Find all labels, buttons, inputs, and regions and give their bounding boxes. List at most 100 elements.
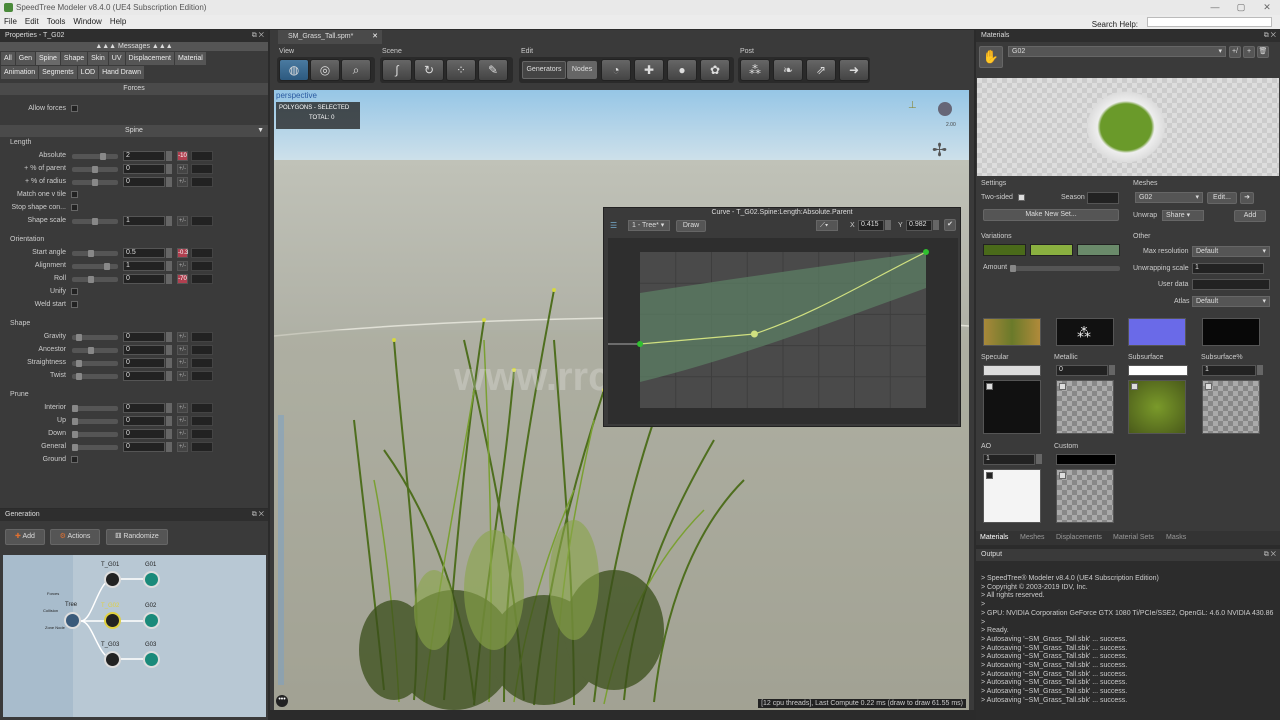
subsurface-percent-checkbox[interactable]: [1205, 383, 1212, 390]
value-spinner[interactable]: [166, 216, 172, 226]
tab-uv[interactable]: UV: [108, 52, 125, 65]
cluster-icon[interactable]: ⁂: [740, 59, 770, 81]
add-material-icon[interactable]: +: [1243, 46, 1255, 58]
value-spinner[interactable]: [166, 151, 172, 161]
property-slider[interactable]: [72, 250, 118, 257]
property-value-field[interactable]: 0: [123, 371, 165, 381]
zoom-icon[interactable]: ⌕: [341, 59, 371, 81]
generators-button[interactable]: Generators: [522, 61, 566, 79]
curve-y-field[interactable]: 0.982: [906, 220, 932, 231]
specular-texture-thumb[interactable]: [983, 380, 1041, 434]
variance-button[interactable]: +/-: [177, 403, 188, 413]
property-slider[interactable]: [72, 360, 118, 367]
material-select[interactable]: G02 ▾: [1008, 46, 1226, 57]
variance-button[interactable]: +/-: [177, 261, 188, 271]
g03-node[interactable]: [143, 651, 160, 668]
tab-materials[interactable]: Materials: [980, 534, 1008, 541]
g02-node[interactable]: [143, 612, 160, 629]
curve-shape-select[interactable]: ⟋▾: [816, 220, 838, 231]
light-sphere-icon[interactable]: [938, 102, 952, 116]
curve-thumbnail[interactable]: [191, 261, 213, 271]
draw-button[interactable]: Draw: [676, 220, 706, 232]
arrow-right-icon[interactable]: ➜: [1240, 192, 1254, 204]
viewport-tab[interactable]: SM_Grass_Tall.spm* ✕: [278, 30, 382, 44]
tab-spine[interactable]: Spine: [36, 52, 60, 65]
property-slider[interactable]: [72, 347, 118, 354]
tab-masks[interactable]: Masks: [1166, 534, 1186, 541]
menu-window[interactable]: Window: [69, 15, 105, 29]
value-spinner[interactable]: [166, 274, 172, 284]
property-value-field[interactable]: 0: [123, 442, 165, 452]
property-slider[interactable]: [72, 373, 118, 380]
curve-graph[interactable]: [608, 238, 958, 424]
sphere-icon[interactable]: ◔: [601, 59, 631, 81]
leaf-icon[interactable]: ❧: [773, 59, 803, 81]
curve-point-start[interactable]: [637, 341, 643, 347]
two-sided-checkbox[interactable]: [1018, 194, 1025, 201]
make-new-set-button[interactable]: Make New Set...: [983, 209, 1119, 221]
metallic-spinner[interactable]: [1109, 365, 1115, 375]
messages-bar[interactable]: ▲▲▲ Messages ▲▲▲: [0, 42, 268, 51]
search-help-input[interactable]: [1147, 17, 1272, 27]
tab-gen[interactable]: Gen: [15, 52, 36, 65]
menu-file[interactable]: File: [0, 15, 21, 29]
value-spinner[interactable]: [166, 403, 172, 413]
subsurface-percent-field[interactable]: 1: [1202, 365, 1256, 376]
unify-checkbox[interactable]: [71, 288, 78, 295]
property-slider[interactable]: [72, 153, 118, 160]
value-spinner[interactable]: [166, 345, 172, 355]
curve-thumbnail[interactable]: [191, 216, 213, 226]
curve-thumbnail[interactable]: [191, 177, 213, 187]
metallic-field[interactable]: 0: [1056, 365, 1108, 376]
variation-swatch-2[interactable]: [1030, 244, 1073, 256]
subsurface-percent-texture-thumb[interactable]: [1202, 380, 1260, 434]
material-options-icon[interactable]: +/: [1229, 46, 1241, 58]
curve-thumbnail[interactable]: [191, 442, 213, 452]
metallic-texture-thumb[interactable]: [1056, 380, 1114, 434]
variance-button[interactable]: +/-: [177, 216, 188, 226]
property-value-field[interactable]: 0: [123, 164, 165, 174]
tab-animation[interactable]: Animation: [1, 66, 39, 79]
generation-graph[interactable]: Tree Forces Collision Zone Node T_G01 T_…: [3, 555, 266, 717]
curve-source-select[interactable]: 1 - Tree* ▾: [628, 220, 670, 231]
close-window-button[interactable]: ✕: [1254, 0, 1280, 15]
add-node-icon[interactable]: ✚: [634, 59, 664, 81]
randomize-button[interactable]: ⚅ Randomize: [106, 529, 168, 545]
export-icon[interactable]: ⇗: [806, 59, 836, 81]
variance-button[interactable]: +/-: [177, 358, 188, 368]
weld-start-checkbox[interactable]: [71, 301, 78, 308]
value-spinner[interactable]: [166, 358, 172, 368]
more-options-icon[interactable]: •••: [276, 695, 288, 707]
property-value-field[interactable]: 0: [123, 429, 165, 439]
variance-button[interactable]: +/-: [177, 177, 188, 187]
add-mesh-button[interactable]: Add: [1234, 210, 1266, 222]
panel-float-close-icon[interactable]: ⧉ ✕: [252, 509, 264, 521]
tab-meshes[interactable]: Meshes: [1020, 534, 1045, 541]
variance-button[interactable]: +/-: [177, 416, 188, 426]
subsurface-checkbox[interactable]: [1131, 383, 1138, 390]
variance-button[interactable]: +/-: [177, 442, 188, 452]
metallic-checkbox[interactable]: [1059, 383, 1066, 390]
scatter-icon[interactable]: ⁘: [446, 59, 476, 81]
value-spinner[interactable]: [166, 177, 172, 187]
variance-button[interactable]: +/-: [177, 332, 188, 342]
ao-checkbox[interactable]: [986, 472, 993, 479]
tab-all[interactable]: All: [1, 52, 15, 65]
curve-thumbnail[interactable]: [191, 164, 213, 174]
ao-texture-thumb[interactable]: [983, 469, 1041, 523]
season-field[interactable]: [1087, 192, 1119, 204]
panel-float-close-icon[interactable]: ⧉ ✕: [1264, 30, 1276, 42]
panel-float-close-icon[interactable]: ⧉ ✕: [1264, 549, 1276, 561]
wind-icon[interactable]: ✿: [700, 59, 730, 81]
spine-section-header[interactable]: Spine ▼: [0, 125, 268, 137]
tab-displacements[interactable]: Displacements: [1056, 534, 1102, 541]
max-resolution-select[interactable]: Default ▾: [1192, 246, 1270, 257]
menu-help[interactable]: Help: [106, 15, 130, 29]
variance-button[interactable]: -10: [177, 151, 188, 161]
variance-button[interactable]: +/-: [177, 345, 188, 355]
tab-material-sets[interactable]: Material Sets: [1113, 534, 1154, 541]
value-spinner[interactable]: [166, 416, 172, 426]
property-value-field[interactable]: 0: [123, 177, 165, 187]
property-slider[interactable]: [72, 334, 118, 341]
curve-thumbnail[interactable]: [191, 358, 213, 368]
